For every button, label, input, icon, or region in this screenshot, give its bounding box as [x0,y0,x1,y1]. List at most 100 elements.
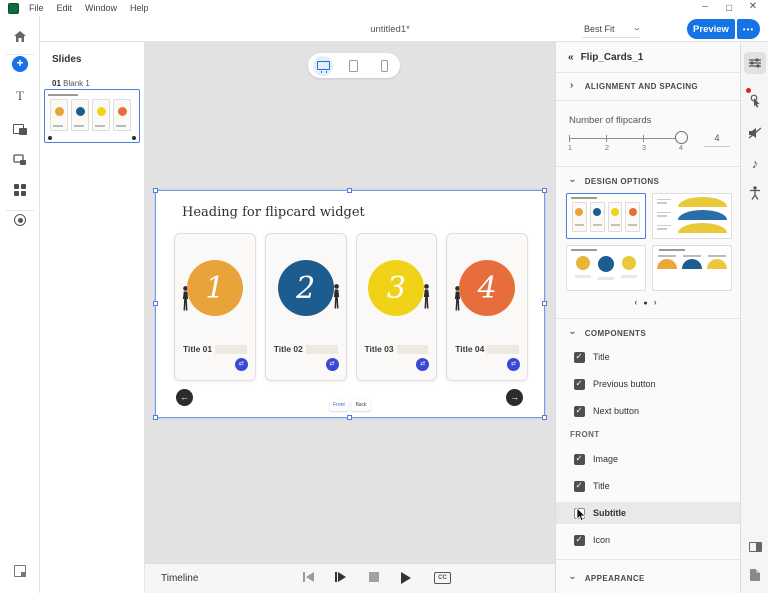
selection-handle[interactable] [153,301,158,306]
maximize-button[interactable]: ▢ [718,3,740,12]
checkbox-checked-icon[interactable] [574,378,585,390]
accessibility-tab-button[interactable] [744,182,766,204]
component-next-button-row[interactable]: Next button [556,400,741,422]
design-option-2[interactable] [652,193,732,239]
document-panel-button[interactable] [744,564,766,586]
card-title[interactable]: Title 01 [183,344,212,354]
front-icon-row[interactable]: Icon [556,529,741,551]
card-number: 4 [477,270,497,306]
section-components[interactable]: › COMPONENTS [567,328,646,338]
interactions-button[interactable] [0,147,40,171]
thumb-cards [48,99,136,131]
previous-card-button[interactable]: ← [176,389,193,406]
section-alignment-spacing[interactable]: › ALIGNMENT AND SPACING [570,81,698,91]
tablet-view-button[interactable] [344,56,364,76]
card-title[interactable]: Title 04 [455,344,484,354]
muted-speaker-icon [748,127,762,139]
flipcard-1[interactable]: 1 Title 01 ⇄ [174,233,256,381]
text-tool-button[interactable]: T [0,84,40,108]
text-tool-icon: T [16,88,24,103]
captions-button[interactable]: CC [434,572,451,584]
stop-icon [369,572,379,582]
stop-button[interactable] [369,572,379,582]
flip-icon[interactable]: ⇄ [507,358,520,371]
component-previous-button-row[interactable]: Previous button [556,373,741,395]
notification-dot [746,88,751,93]
preview-button[interactable]: Preview [687,19,735,39]
flipcard-count-slider[interactable] [569,135,681,142]
flipcard-4[interactable]: 4 Title 04 ⇄ [446,233,528,381]
collapse-panel-icon[interactable]: « [568,52,574,63]
divider [556,166,741,167]
record-button[interactable] [0,208,40,232]
add-content-button[interactable]: + [0,52,40,76]
selection-handle[interactable] [153,415,158,420]
design-option-4[interactable] [652,245,732,291]
panel-title: Flip_Cards_1 [580,52,644,63]
properties-tab-button[interactable] [744,52,766,74]
back-toggle-button[interactable]: Back [351,400,371,411]
flipcard-2[interactable]: 2 Title 02 ⇄ [264,233,347,381]
selection-handle[interactable] [347,188,352,193]
audio-mute-button[interactable] [744,122,766,144]
next-card-button[interactable]: → [506,389,523,406]
zoom-fit-select[interactable]: Best Fit › [582,21,642,38]
flip-icon[interactable]: ⇄ [234,358,248,371]
menu-file[interactable]: File [29,3,44,13]
card-title[interactable]: Title 02 [274,344,303,354]
thumb-prev-dot [48,136,52,140]
interactions-icon [13,153,26,165]
selection-handle[interactable] [542,415,547,420]
step-back-button[interactable] [303,572,314,582]
flipcard-count-label: Number of flipcards [569,115,652,126]
component-title-row[interactable]: Title [556,346,741,368]
menu-help[interactable]: Help [130,3,149,13]
slider-handle[interactable] [675,131,688,144]
flip-icon[interactable]: ⇄ [416,358,430,371]
card-title[interactable]: Title 03 [365,344,394,354]
menu-edit[interactable]: Edit [57,3,73,13]
section-appearance[interactable]: › APPEARANCE [567,573,645,583]
audio-tab-button[interactable]: ♪ [744,152,766,174]
checkbox-checked-icon[interactable] [574,453,585,465]
close-button[interactable]: ✕ [742,1,764,12]
media-button[interactable] [0,117,40,141]
selection-handle[interactable] [153,188,158,193]
more-options-button[interactable]: ••• [737,19,760,39]
section-design-options[interactable]: › DESIGN OPTIONS [567,176,659,186]
closed-captions-icon: CC [434,572,451,584]
slide-thumbnail[interactable] [44,89,140,143]
flip-icon[interactable]: ⇄ [325,358,339,371]
minimize-button[interactable]: – [694,1,716,12]
selection-handle[interactable] [542,301,547,306]
interactivity-tab-button[interactable] [744,88,766,112]
front-toggle-button[interactable]: Front [329,400,349,411]
front-title-row[interactable]: Title [556,475,741,497]
blocks-button[interactable] [0,178,40,202]
menu-window[interactable]: Window [85,3,117,13]
timeline-label[interactable]: Timeline [161,573,198,584]
selection-handle[interactable] [347,415,352,420]
flipcard-count-value[interactable]: 4 [704,133,730,147]
layout-panel-button[interactable] [744,536,766,558]
checkbox-checked-icon[interactable] [574,480,585,492]
checkbox-checked-icon[interactable] [574,405,585,417]
slide-stage[interactable]: Heading for flipcard widget 1 Title 01 ⇄… [153,188,547,420]
page-next-icon[interactable]: › [654,297,663,307]
play-button[interactable] [401,572,411,584]
widget-heading[interactable]: Heading for flipcard widget [182,205,365,220]
step-forward-button[interactable] [335,572,346,582]
design-option-3[interactable] [566,245,646,291]
selection-handle[interactable] [542,188,547,193]
checkbox-checked-icon[interactable] [574,351,585,363]
design-option-1-selected[interactable] [566,193,646,239]
phone-view-button[interactable] [375,56,395,76]
front-subsection-label: FRONT [570,430,600,439]
front-image-row[interactable]: Image [556,448,741,470]
checkbox-checked-icon[interactable] [574,534,585,546]
desktop-view-button[interactable] [313,55,334,76]
home-button[interactable] [0,24,40,48]
flipcard-3[interactable]: 3 Title 03 ⇄ [355,233,438,381]
chevron-right-icon: › [570,80,574,91]
notes-button[interactable] [0,559,40,583]
